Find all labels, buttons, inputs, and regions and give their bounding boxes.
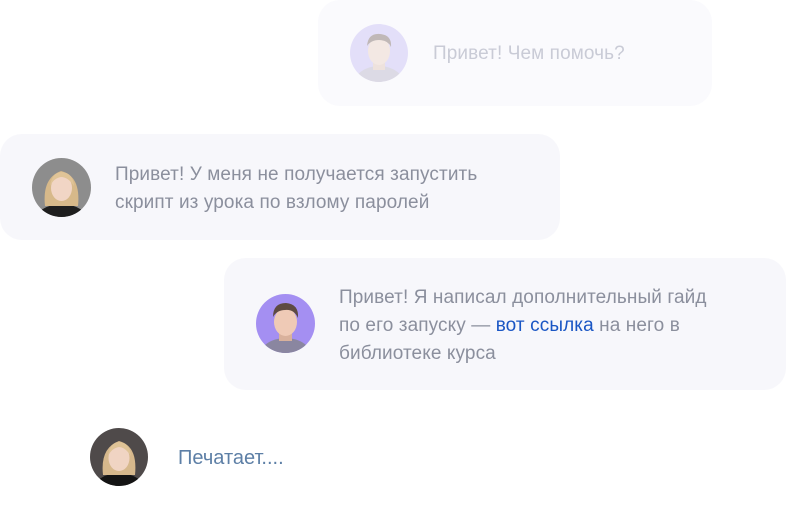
message-fragment: по его запуску —: [339, 315, 496, 336]
message-text-support-1: Привет! Чем помочь?: [433, 43, 625, 64]
message-line: скрипт из урока по взлому паролей: [115, 192, 430, 213]
message-text-student-1: Привет! У меня не получается запустить с…: [115, 161, 477, 217]
library-link[interactable]: вот ссылка: [496, 315, 594, 336]
message-line: библиотеке курса: [339, 343, 496, 364]
woman-avatar-icon: [90, 428, 148, 486]
typing-indicator: Печатает....: [178, 447, 284, 469]
chat-window: Привет! Чем помочь? Привет! У меня не по…: [0, 0, 786, 506]
message-fragment: на него в: [593, 315, 680, 336]
man-avatar-icon: [256, 294, 315, 353]
man-avatar-icon: [350, 24, 408, 82]
message-line: по его запуску — вот ссылка на него в: [339, 312, 707, 340]
message-line: Привет! У меня не получается запустить: [115, 164, 478, 185]
message-text-support-2: Привет! Я написал дополнительный гайд по…: [339, 284, 707, 368]
message-line: Привет! Я написал дополнительный гайд: [339, 287, 707, 308]
woman-avatar-icon: [32, 158, 91, 217]
